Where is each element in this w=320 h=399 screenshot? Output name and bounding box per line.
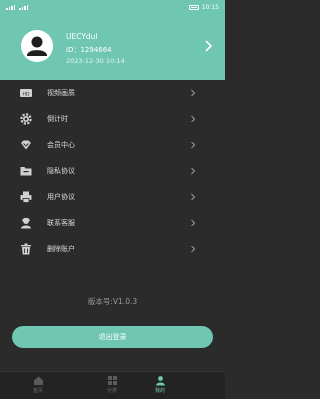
menu-item-countdown[interactable]: 倒计时	[0, 106, 225, 132]
privacy-folder-icon	[19, 164, 33, 178]
gear-icon	[19, 112, 33, 126]
user-id: ID：1294664	[66, 46, 112, 54]
chevron-right-icon	[190, 245, 196, 253]
grid-icon	[107, 376, 117, 385]
chevron-right-icon	[190, 219, 196, 227]
status-bar: 10:15	[0, 0, 225, 14]
chevron-right-icon	[190, 89, 196, 97]
menu-item-label: 用户协议	[47, 193, 75, 201]
menu-item-label: 联系客服	[47, 219, 75, 227]
menu-item-user-agreement[interactable]: 用户协议	[0, 184, 225, 210]
menu-item-label: 隐私协议	[47, 167, 75, 175]
customer-service-icon	[19, 216, 33, 230]
user-login-time: 2023-12-30 10:14	[66, 57, 125, 65]
tab-mine[interactable]: 我的	[140, 375, 180, 399]
status-right: 10:15	[188, 3, 219, 11]
tab-label: 分类	[106, 388, 117, 394]
signal-icon	[6, 4, 16, 10]
battery-icon	[188, 4, 199, 10]
bottom-tab-bar: 首页 分类 我的	[0, 371, 225, 399]
menu-item-video-quality[interactable]: HD 视频画质	[0, 80, 225, 106]
svg-text:HD: HD	[23, 91, 30, 97]
chevron-right-icon[interactable]	[203, 40, 213, 52]
printer-icon	[19, 190, 33, 204]
tab-home[interactable]: 首页	[18, 375, 58, 399]
app-version: 版本号:V1.0.3	[87, 297, 138, 306]
menu-item-contact-support[interactable]: 联系客服	[0, 210, 225, 236]
chevron-right-icon	[190, 115, 196, 123]
menu-item-label: 视频画质	[47, 89, 75, 97]
user-name: UECYdul	[66, 32, 98, 41]
video-quality-icon: HD	[19, 86, 33, 100]
menu-item-label: 会员中心	[47, 141, 75, 149]
tab-category[interactable]: 分类	[92, 375, 132, 399]
user-icon	[155, 376, 165, 386]
logout-button[interactable]: 退出登录	[12, 326, 213, 348]
chevron-right-icon	[190, 167, 196, 175]
menu-item-member-center[interactable]: 会员中心	[0, 132, 225, 158]
menu-item-privacy-policy[interactable]: 隐私协议	[0, 158, 225, 184]
trash-icon	[19, 242, 33, 256]
home-icon	[33, 376, 43, 385]
profile-header[interactable]: UECYdul ID：1294664 2023-12-30 10:14	[0, 14, 225, 80]
signal-icon-2	[19, 4, 29, 10]
menu-item-delete-account[interactable]: 删除账户	[0, 236, 225, 262]
diamond-icon	[19, 138, 33, 152]
avatar-person-icon	[21, 30, 53, 62]
chevron-right-icon	[190, 141, 196, 149]
chevron-right-icon	[190, 193, 196, 201]
menu-item-label: 删除账户	[47, 245, 75, 253]
tab-label: 首页	[32, 388, 43, 394]
status-time: 10:15	[201, 3, 219, 11]
avatar[interactable]	[21, 30, 53, 62]
tab-label: 我的	[154, 388, 165, 394]
menu-item-label: 倒计时	[47, 115, 68, 123]
status-left	[6, 4, 29, 10]
